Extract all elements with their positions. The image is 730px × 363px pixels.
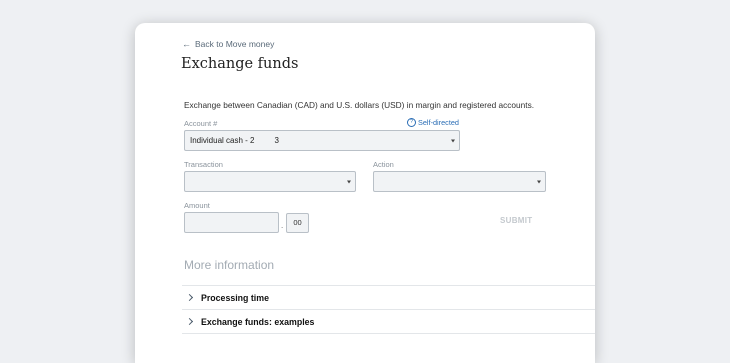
- chevron-right-icon: [185, 293, 194, 302]
- arrow-left-icon: ←: [182, 39, 191, 49]
- action-select[interactable]: [373, 171, 546, 192]
- accordion-processing-time[interactable]: Processing time: [182, 285, 595, 309]
- chevron-down-icon: [347, 180, 351, 183]
- accordion-label: Exchange funds: examples: [201, 316, 315, 327]
- amount-input[interactable]: [184, 212, 279, 233]
- chevron-down-icon: [451, 139, 455, 142]
- decimal-separator: .: [281, 221, 284, 230]
- self-directed-help-link[interactable]: ? Self-directed: [407, 118, 459, 127]
- back-link[interactable]: ← Back to Move money: [182, 39, 274, 49]
- accordion-exchange-examples[interactable]: Exchange funds: examples: [182, 309, 595, 333]
- account-label: Account #: [184, 119, 218, 128]
- more-information-heading: More information: [184, 258, 275, 272]
- accordion-label: Processing time: [201, 292, 269, 303]
- amount-label: Amount: [184, 201, 210, 210]
- chevron-down-icon: [537, 180, 541, 183]
- chevron-right-icon: [185, 317, 194, 326]
- action-label: Action: [373, 160, 394, 169]
- submit-button[interactable]: SUBMIT: [500, 216, 532, 225]
- transaction-label: Transaction: [184, 160, 223, 169]
- account-select-value: Individual cash - 23: [190, 136, 279, 145]
- accordion-bottom-divider: [182, 333, 595, 334]
- page-title: Exchange funds: [181, 56, 299, 72]
- exchange-funds-card: ← Back to Move money Exchange funds Exch…: [135, 23, 595, 363]
- account-select[interactable]: Individual cash - 23: [184, 130, 460, 151]
- cents-input[interactable]: 00: [286, 213, 309, 233]
- back-link-label: Back to Move money: [195, 39, 275, 49]
- self-directed-label: Self-directed: [418, 118, 459, 127]
- question-circle-icon: ?: [407, 118, 416, 127]
- page-description: Exchange between Canadian (CAD) and U.S.…: [184, 100, 535, 110]
- transaction-select[interactable]: [184, 171, 356, 192]
